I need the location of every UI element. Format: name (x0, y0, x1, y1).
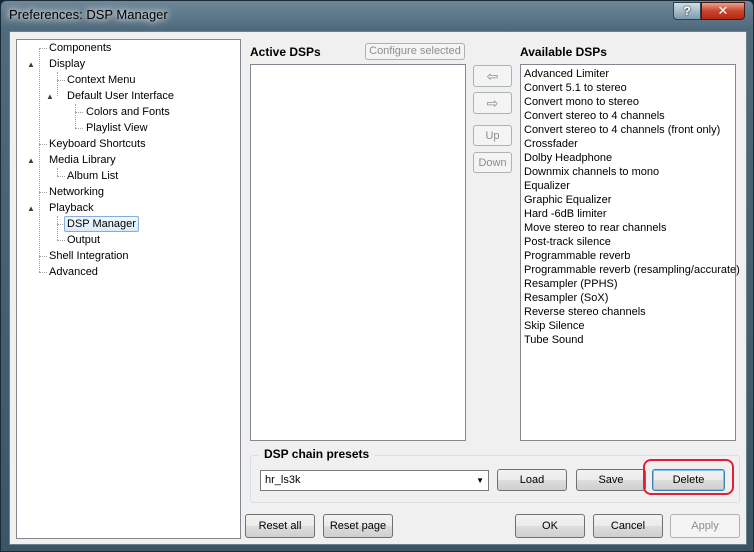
tree-item-label: Components (49, 42, 112, 54)
preset-select-value: hr_ls3k (265, 474, 301, 486)
tree-item-shell-integration[interactable]: Shell Integration (47, 248, 131, 264)
tree-connector (57, 216, 58, 240)
window-title: Preferences: DSP Manager (9, 7, 168, 22)
tree-item-default-user-interface[interactable]: Default User Interface (65, 88, 176, 104)
tree-item-context-menu[interactable]: Context Menu (65, 72, 137, 88)
tree-connector (39, 144, 47, 145)
tree-connector (57, 168, 58, 176)
available-dsps-title: Available DSPs (520, 45, 607, 59)
preset-select[interactable]: hr_ls3k ▼ (260, 470, 489, 491)
move-up-button[interactable]: Up (473, 125, 512, 146)
tree-item-label: Context Menu (67, 74, 136, 86)
title-bar[interactable]: Preferences: DSP Manager ? ✕ (1, 1, 753, 31)
remove-dsp-arrow-left-icon[interactable]: ⇦ (473, 65, 512, 87)
reset-page-button[interactable]: Reset page (323, 514, 393, 538)
tree-item-playlist-view[interactable]: Playlist View (84, 120, 150, 136)
move-down-button[interactable]: Down (473, 152, 512, 173)
list-item[interactable]: Move stereo to rear channels (521, 221, 735, 235)
tree-item-keyboard-shortcuts[interactable]: Keyboard Shortcuts (47, 136, 148, 152)
list-item[interactable]: Resampler (SoX) (521, 291, 735, 305)
tree-item-label: Shell Integration (49, 250, 129, 262)
tree-connector (39, 48, 40, 272)
tree-item-label: Networking (49, 186, 105, 198)
tree-connector (57, 176, 65, 177)
tree-item-label: Default User Interface (67, 90, 174, 102)
tree-connector (39, 192, 47, 193)
list-item[interactable]: Dolby Headphone (521, 151, 735, 165)
tree-item-label: Advanced (49, 266, 98, 278)
active-dsps-title: Active DSPs (250, 45, 321, 59)
list-item[interactable]: Resampler (PPHS) (521, 277, 735, 291)
tree-connector (39, 272, 47, 273)
close-button[interactable]: ✕ (701, 2, 745, 20)
list-item[interactable]: Hard -6dB limiter (521, 207, 735, 221)
dialog-client-area: Components ▲ Display Context Menu ▲ Defa… (9, 31, 747, 545)
cancel-button[interactable]: Cancel (593, 514, 663, 538)
available-dsps-list[interactable]: Advanced Limiter Convert 5.1 to stereo C… (520, 64, 740, 441)
tree-item-playback[interactable]: Playback (47, 200, 96, 216)
list-item[interactable]: Downmix channels to mono (521, 165, 735, 179)
highlight-annotation-ring (643, 459, 734, 495)
list-item[interactable]: Post-track silence (521, 235, 735, 249)
tree-item-label: Keyboard Shortcuts (49, 138, 146, 150)
list-item[interactable]: Tube Sound (521, 333, 735, 347)
tree-connector (57, 80, 65, 81)
tree-connector (39, 48, 47, 49)
list-item[interactable]: Equalizer (521, 179, 735, 193)
help-button[interactable]: ? (673, 2, 701, 20)
tree-connector (75, 104, 76, 128)
tree-item-media-library[interactable]: Media Library (47, 152, 118, 168)
ok-button[interactable]: OK (515, 514, 585, 538)
tree-item-label: Output (67, 234, 101, 246)
tree-item-dsp-manager[interactable]: DSP Manager (64, 216, 139, 232)
tree-connector (57, 240, 65, 241)
tree-item-components[interactable]: Components (47, 40, 113, 56)
add-dsp-arrow-right-icon[interactable]: ⇨ (473, 92, 512, 114)
tree-item-label: Playback (49, 202, 94, 214)
tree-item-label: Playlist View (86, 122, 148, 134)
collapse-triangle-icon[interactable]: ▲ (27, 60, 36, 69)
tree-connector (57, 72, 58, 96)
tree-item-label: Colors and Fonts (86, 106, 170, 118)
tree-connector (75, 128, 83, 129)
collapse-triangle-icon[interactable]: ▲ (46, 92, 55, 101)
load-preset-button[interactable]: Load (497, 469, 567, 491)
configure-selected-button[interactable]: Configure selected (365, 43, 465, 60)
list-item[interactable]: Programmable reverb (resampling/accurate… (521, 263, 740, 277)
list-item[interactable]: Reverse stereo channels (521, 305, 735, 319)
list-item[interactable]: Convert 5.1 to stereo (521, 81, 735, 95)
preferences-window: Preferences: DSP Manager ? ✕ Components … (0, 0, 754, 552)
dsp-chain-presets-title: DSP chain presets (258, 447, 376, 461)
collapse-triangle-icon[interactable]: ▲ (27, 204, 36, 213)
active-dsps-list[interactable] (250, 64, 466, 441)
list-item[interactable]: Convert mono to stereo (521, 95, 735, 109)
tree-item-label: Media Library (49, 154, 116, 166)
tree-item-advanced[interactable]: Advanced (47, 264, 100, 280)
tree-connector (39, 256, 47, 257)
dropdown-arrow-icon[interactable]: ▼ (476, 476, 484, 485)
tree-item-label: Display (49, 58, 86, 70)
tree-item-output[interactable]: Output (65, 232, 102, 248)
collapse-triangle-icon[interactable]: ▲ (27, 156, 36, 165)
list-item[interactable]: Convert stereo to 4 channels (front only… (521, 123, 735, 137)
reset-all-button[interactable]: Reset all (245, 514, 315, 538)
list-item[interactable]: Convert stereo to 4 channels (521, 109, 735, 123)
apply-button[interactable]: Apply (670, 514, 740, 538)
tree-item-networking[interactable]: Networking (47, 184, 106, 200)
list-item[interactable]: Advanced Limiter (521, 67, 735, 81)
tree-item-album-list[interactable]: Album List (65, 168, 120, 184)
list-item[interactable]: Programmable reverb (521, 249, 735, 263)
list-item[interactable]: Graphic Equalizer (521, 193, 735, 207)
tree-item-label: Album List (67, 170, 119, 182)
tree-item-colors-and-fonts[interactable]: Colors and Fonts (84, 104, 172, 120)
tree-item-display[interactable]: Display (47, 56, 87, 72)
list-item[interactable]: Skip Silence (521, 319, 735, 333)
tree-connector (75, 112, 83, 113)
preferences-tree[interactable]: Components ▲ Display Context Menu ▲ Defa… (16, 39, 241, 539)
save-preset-button[interactable]: Save (576, 469, 646, 491)
list-item[interactable]: Crossfader (521, 137, 735, 151)
tree-item-label: DSP Manager (67, 218, 136, 230)
